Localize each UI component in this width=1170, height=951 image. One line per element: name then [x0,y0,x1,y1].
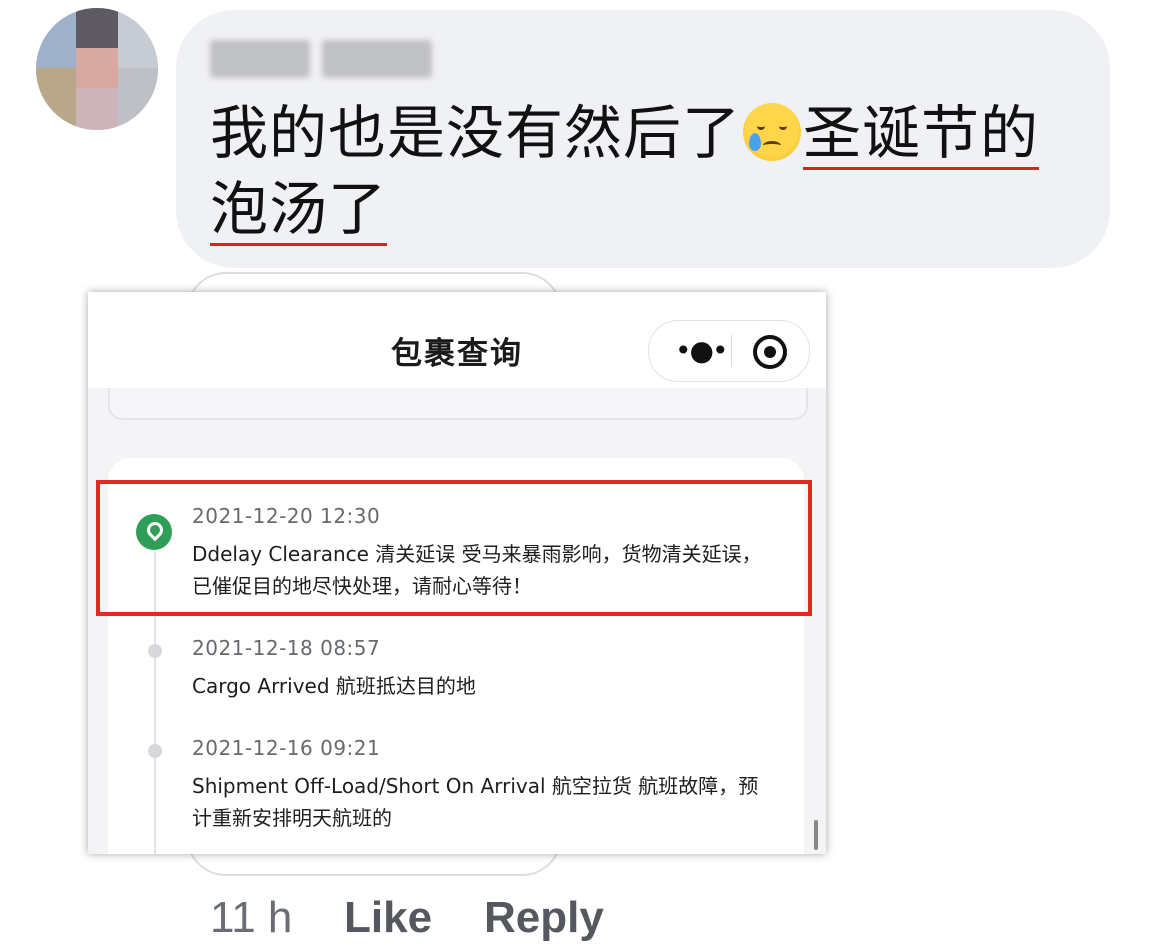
attached-screenshot[interactable]: 包裹查询 •●• 2021-12-20 12:30 Ddelay Clearan… [88,292,826,854]
underlined-text-christmas: 圣诞节的 [803,99,1040,170]
reply-button[interactable]: Reply [484,888,604,948]
capsule-divider [731,335,732,367]
more-dots-icon[interactable]: •●• [675,337,728,365]
red-highlight-box [96,480,812,616]
crying-face-icon [743,103,802,161]
scrollbar[interactable] [814,820,818,850]
event-time: 2021-12-16 09:21 [192,736,381,760]
target-icon[interactable] [753,335,787,369]
underlined-text-ruined: 泡汤了 [210,175,388,246]
previous-card-bottom [108,388,808,420]
timeline-dot [148,644,162,658]
avatar[interactable] [36,8,158,130]
capsule-menu[interactable]: •●• [648,320,810,382]
comment-author-name-blurred[interactable] [210,40,432,80]
timeline-dot [148,744,162,758]
event-time: 2021-12-18 08:57 [192,636,381,660]
mini-program-navbar: 包裹查询 •●• [88,292,826,388]
like-button[interactable]: Like [344,888,432,948]
event-description: Shipment Off-Load/Short On Arrival 航空拉货 … [192,774,759,830]
comment-text: 我的也是没有然后了 圣诞节的泡汤了 [210,95,1090,247]
comment-text-prefix: 我的也是没有然后了 [210,99,742,167]
comment-timestamp[interactable]: 11 h [210,888,292,948]
event-description: Cargo Arrived 航班抵达目的地 [192,674,476,698]
